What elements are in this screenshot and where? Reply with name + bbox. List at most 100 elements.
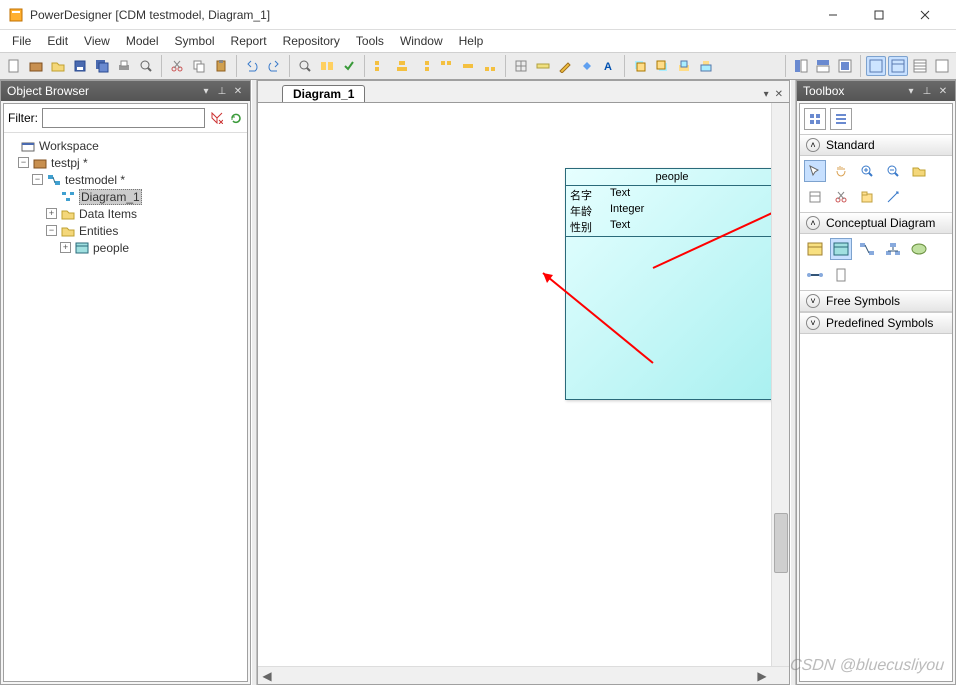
- tool-link-icon[interactable]: [804, 264, 826, 286]
- tb-copy-icon[interactable]: [189, 56, 209, 76]
- tb-grid-icon[interactable]: [511, 56, 531, 76]
- tb-undo-icon[interactable]: [242, 56, 262, 76]
- tb-compare-icon[interactable]: [317, 56, 337, 76]
- tb-project-icon[interactable]: [26, 56, 46, 76]
- section-header-conceptual[interactable]: ˄ Conceptual Diagram: [800, 213, 952, 234]
- section-header-standard[interactable]: ˄ Standard: [800, 135, 952, 156]
- tree-entity-people[interactable]: + people: [6, 239, 245, 256]
- tree-expander-icon[interactable]: −: [32, 174, 43, 185]
- tool-delete-icon[interactable]: [830, 186, 852, 208]
- menu-symbol[interactable]: Symbol: [167, 32, 223, 50]
- tool-zoomout-icon[interactable]: [882, 160, 904, 182]
- tb-fill-icon[interactable]: [577, 56, 597, 76]
- tool-package-icon[interactable]: [856, 186, 878, 208]
- tb-layer2-icon[interactable]: [652, 56, 672, 76]
- tool-inheritance-icon[interactable]: [882, 238, 904, 260]
- clear-filter-icon[interactable]: [209, 109, 224, 127]
- tb-align3-icon[interactable]: [414, 56, 434, 76]
- tool-opendiagram-icon[interactable]: [908, 160, 930, 182]
- minimize-button[interactable]: [810, 0, 856, 30]
- tool-grabber-icon[interactable]: [830, 160, 852, 182]
- tb-open-icon[interactable]: [48, 56, 68, 76]
- close-button[interactable]: [902, 0, 948, 30]
- tb-paste-icon[interactable]: [211, 56, 231, 76]
- tb-layer4-icon[interactable]: [696, 56, 716, 76]
- tb-find-icon[interactable]: [295, 56, 315, 76]
- tb-redo-icon[interactable]: [264, 56, 284, 76]
- tb-check-icon[interactable]: [339, 56, 359, 76]
- tree-workspace[interactable]: Workspace: [6, 137, 245, 154]
- tb-panel3-icon[interactable]: [910, 56, 930, 76]
- tb-align5-icon[interactable]: [458, 56, 478, 76]
- tool-entity-alt-icon[interactable]: [830, 238, 852, 260]
- panel-pin-icon[interactable]: ⊥: [921, 85, 933, 97]
- tb-view3-icon[interactable]: [835, 56, 855, 76]
- view-large-icons[interactable]: [804, 108, 826, 130]
- tool-file-icon[interactable]: [830, 264, 852, 286]
- tree-expander-icon[interactable]: −: [18, 157, 29, 168]
- refresh-icon[interactable]: [228, 109, 243, 127]
- tb-print-icon[interactable]: [114, 56, 134, 76]
- tb-align-icon[interactable]: [370, 56, 390, 76]
- tb-pen-icon[interactable]: [555, 56, 575, 76]
- tb-text-icon[interactable]: A: [599, 56, 619, 76]
- menu-window[interactable]: Window: [392, 32, 451, 50]
- tool-extend-icon[interactable]: [882, 186, 904, 208]
- panel-close-icon[interactable]: ✕: [232, 85, 244, 97]
- tool-zoomin-icon[interactable]: [856, 160, 878, 182]
- section-header-free[interactable]: ˅ Free Symbols: [800, 291, 952, 312]
- maximize-button[interactable]: [856, 0, 902, 30]
- tb-layer1-icon[interactable]: [630, 56, 650, 76]
- menu-edit[interactable]: Edit: [39, 32, 76, 50]
- menu-report[interactable]: Report: [223, 32, 275, 50]
- tb-preview-icon[interactable]: [136, 56, 156, 76]
- horizontal-scrollbar[interactable]: ◀ ▶: [258, 666, 789, 684]
- tool-pointer-icon[interactable]: [804, 160, 826, 182]
- vertical-scrollbar[interactable]: [771, 103, 789, 666]
- menu-repository[interactable]: Repository: [275, 32, 348, 50]
- menu-help[interactable]: Help: [451, 32, 492, 50]
- tb-new-icon[interactable]: [4, 56, 24, 76]
- tree-expander-icon[interactable]: +: [60, 242, 71, 253]
- tb-panel2-icon[interactable]: [888, 56, 908, 76]
- tb-saveall-icon[interactable]: [92, 56, 112, 76]
- diagram-tab[interactable]: Diagram_1: [282, 85, 365, 102]
- tb-ruler-icon[interactable]: [533, 56, 553, 76]
- menu-model[interactable]: Model: [118, 32, 167, 50]
- menu-view[interactable]: View: [76, 32, 118, 50]
- panel-menu-icon[interactable]: ▾: [905, 85, 917, 97]
- menu-file[interactable]: File: [4, 32, 39, 50]
- scroll-thumb[interactable]: [774, 513, 788, 573]
- tool-entity-icon[interactable]: [804, 238, 826, 260]
- tb-view2-icon[interactable]: [813, 56, 833, 76]
- view-list[interactable]: [830, 108, 852, 130]
- tree-diagram[interactable]: Diagram_1: [6, 188, 245, 205]
- tb-layer3-icon[interactable]: [674, 56, 694, 76]
- menu-tools[interactable]: Tools: [348, 32, 392, 50]
- scroll-right-icon[interactable]: ▶: [753, 668, 771, 684]
- tb-panel1-icon[interactable]: [866, 56, 886, 76]
- tb-view1-icon[interactable]: [791, 56, 811, 76]
- section-header-predef[interactable]: ˅ Predefined Symbols: [800, 313, 952, 334]
- tb-save-icon[interactable]: [70, 56, 90, 76]
- panel-close-icon[interactable]: ✕: [937, 85, 949, 97]
- tree-entities[interactable]: − Entities: [6, 222, 245, 239]
- tab-menu-icon[interactable]: ▾: [764, 89, 769, 100]
- tree-model[interactable]: − testmodel *: [6, 171, 245, 188]
- tool-properties-icon[interactable]: [804, 186, 826, 208]
- tree-project[interactable]: − testpj *: [6, 154, 245, 171]
- tb-align6-icon[interactable]: [480, 56, 500, 76]
- tree-expander-icon[interactable]: +: [46, 208, 57, 219]
- tool-association-icon[interactable]: [908, 238, 930, 260]
- tb-panel4-icon[interactable]: [932, 56, 952, 76]
- filter-input[interactable]: [42, 108, 205, 128]
- tb-align4-icon[interactable]: [436, 56, 456, 76]
- tree-expander-icon[interactable]: −: [46, 225, 57, 236]
- entity-people[interactable]: people 名字Text 年龄Integer 性别Text: [565, 168, 771, 400]
- tab-close-icon[interactable]: ✕: [775, 89, 783, 100]
- panel-menu-icon[interactable]: ▾: [200, 85, 212, 97]
- tool-relationship-icon[interactable]: [856, 238, 878, 260]
- panel-pin-icon[interactable]: ⊥: [216, 85, 228, 97]
- tree-dataitems[interactable]: + Data Items: [6, 205, 245, 222]
- scroll-left-icon[interactable]: ◀: [258, 668, 276, 684]
